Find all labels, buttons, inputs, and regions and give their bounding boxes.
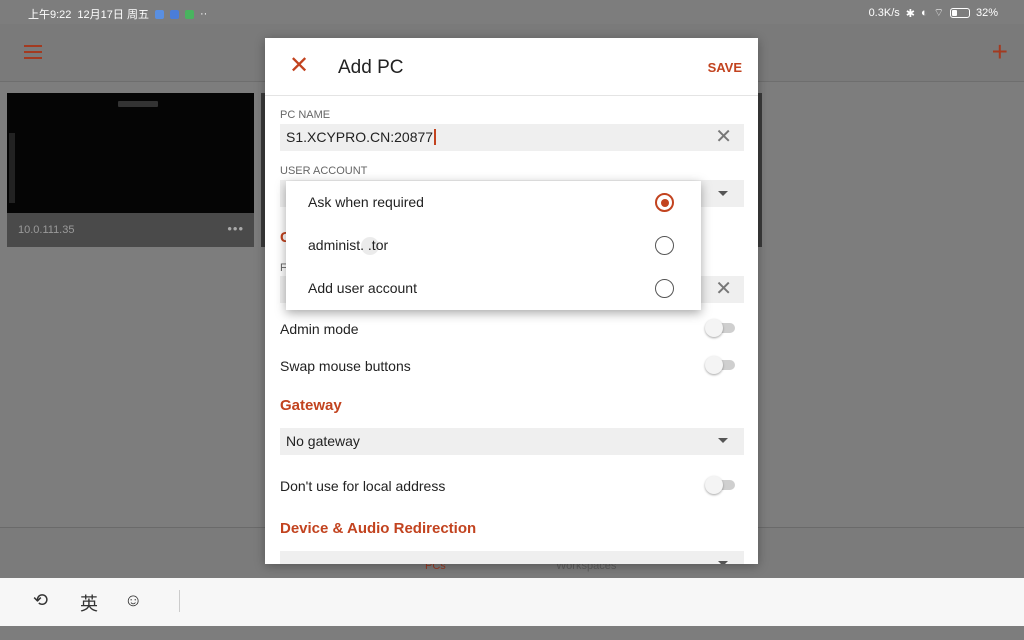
pc-thumbnail [7,93,254,213]
user-account-dropdown: Ask when required administ. .tor Add use… [286,181,701,310]
switch-keyboard-icon[interactable]: ⟲ [33,590,48,611]
option-label: Add user account [308,280,417,296]
menu-icon[interactable] [24,45,42,59]
admin-mode-label: Admin mode [280,321,359,337]
save-button[interactable]: SAVE [708,60,742,75]
hd-icon: ◐ [920,7,928,19]
more-options-icon[interactable]: ••• [227,221,244,236]
status-bar: 上午9:22 12月17日 周五 ·· 0.3K/s ✱ ◐ ⌔ 32% [0,0,1024,24]
status-date: 12月17日 周五 [77,9,149,21]
admin-mode-toggle[interactable] [705,319,735,337]
wechat-icon [184,9,194,19]
battery-icon [949,8,970,18]
pc-name-label: PC NAME [280,109,331,121]
text-caret [434,129,437,145]
status-more: ·· [199,8,208,20]
swap-mouse-toggle[interactable] [705,356,735,374]
nav-strip [0,626,1024,640]
dont-use-local-label: Don't use for local address [280,478,446,494]
chevron-down-icon [718,438,728,443]
user-account-label: USER ACCOUNT [280,165,368,177]
radio-icon[interactable] [655,236,674,255]
pc-tile[interactable]: 10.0.111.35 ••• [7,93,254,247]
network-speed: 0.3K/s [868,7,900,19]
radio-icon[interactable] [655,279,674,298]
wifi-icon: ⌔ [933,7,944,19]
clear-icon[interactable]: ✕ [715,278,732,300]
option-label: Ask when required [308,194,424,210]
gateway-select[interactable]: No gateway [280,428,744,455]
pc-name-input[interactable]: S1.XCYPRO.CN:20877 ✕ [280,124,744,151]
video-app-icon [169,9,179,19]
option-add-user-account[interactable]: Add user account [286,267,701,310]
status-time: 上午9:22 [28,9,72,21]
dialog-header: ✕ Add PC SAVE [265,38,758,96]
swap-mouse-label: Swap mouse buttons [280,358,411,374]
touch-ripple [361,237,379,255]
pc-name-value: S1.XCYPRO.CN:20877 [286,129,434,145]
option-administrator[interactable]: administ. .tor [286,224,701,267]
dialog-title: Add PC [338,57,404,78]
gateway-value: No gateway [286,433,360,449]
language-toggle[interactable]: 英 [80,590,98,616]
clear-icon[interactable]: ✕ [715,126,732,148]
divider [179,590,180,612]
gateway-section-title: Gateway [280,397,342,414]
close-icon[interactable]: ✕ [289,54,309,78]
pc-tile-label: 10.0.111.35 [18,224,75,236]
redirection-select[interactable] [280,551,744,564]
bluetooth-icon: ✱ [905,7,915,20]
option-ask-when-required[interactable]: Ask when required [286,181,701,224]
dont-use-local-toggle[interactable] [705,476,735,494]
chevron-down-icon [718,191,728,196]
add-icon[interactable]: + [992,38,1008,66]
emoji-icon[interactable]: ☺ [124,590,142,611]
chevron-down-icon [718,561,728,564]
battery-level: 32% [975,7,998,19]
chat-app-icon [154,9,164,19]
radio-selected-icon[interactable] [655,193,674,212]
device-audio-section-title: Device & Audio Redirection [280,520,477,537]
keyboard-toolbar: ⟲ 英 ☺ [0,578,1024,626]
